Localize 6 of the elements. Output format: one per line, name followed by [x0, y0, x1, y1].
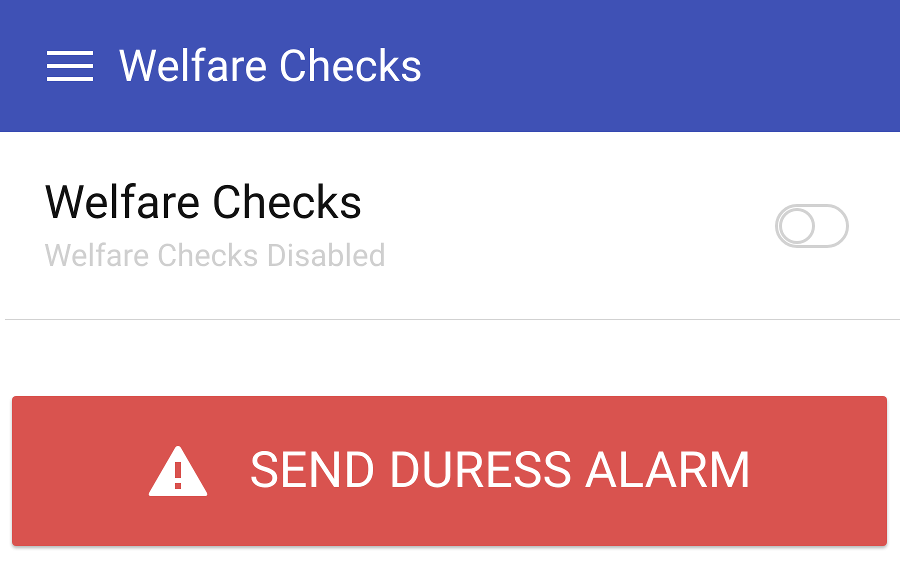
warning-icon: [147, 444, 210, 498]
menu-icon[interactable]: [47, 51, 93, 81]
alarm-button[interactable]: SEND DURESS ALARM: [12, 396, 887, 546]
setting-title: Welfare Checks: [44, 178, 364, 229]
app-title: Welfare Checks: [118, 44, 423, 88]
toggle-switch[interactable]: [775, 204, 849, 248]
